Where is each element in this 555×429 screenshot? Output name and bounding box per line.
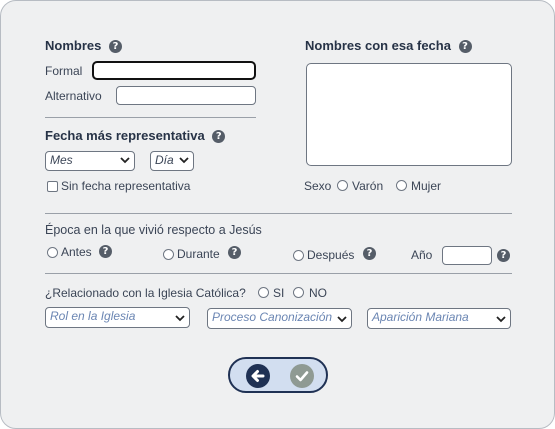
year-label: Año [411,248,433,262]
alternative-name-input[interactable] [116,86,256,105]
names-section: Nombres ? [45,38,122,54]
back-button[interactable] [246,364,270,388]
confirm-button[interactable] [290,364,314,388]
female-radio[interactable] [396,180,407,191]
chevron-down-icon [175,315,185,322]
male-radio[interactable] [337,180,348,191]
after-radio[interactable] [293,250,304,261]
no-date-checkbox[interactable] [47,181,58,192]
before-radio[interactable] [47,247,58,258]
alternative-label: Alternativo [45,89,102,103]
chevron-down-icon [179,157,189,164]
date-names-section: Nombres con esa fecha ? [305,38,472,54]
check-icon [295,371,309,382]
day-select[interactable]: Día [150,151,194,171]
church-role-select[interactable]: Rol en la Iglesia [45,307,190,328]
formal-label: Formal [45,64,83,78]
during-help-icon[interactable]: ? [228,246,241,259]
no-date-label: Sin fecha representativa [61,179,191,193]
before-label: Antes [61,245,92,259]
year-help-icon[interactable]: ? [497,249,510,262]
names-title: Nombres [45,38,102,53]
canonization-select[interactable]: Proceso Canonización [207,308,352,329]
church-no-label: NO [309,286,327,300]
chevron-down-icon [496,316,506,323]
day-select-value: Día [155,153,174,167]
female-label: Mujer [411,179,442,193]
during-radio[interactable] [163,249,174,260]
church-no-radio[interactable] [293,287,304,298]
chevron-down-icon [337,316,347,323]
male-label: Varón [352,179,384,193]
names-help-icon[interactable]: ? [108,40,122,54]
after-label: Después [307,248,355,262]
after-help-icon[interactable]: ? [363,247,376,260]
sex-label: Sexo [304,179,332,193]
church-yes-radio[interactable] [258,287,269,298]
navigation-bar [228,357,328,393]
church-yes-label: SI [273,286,285,300]
arrow-left-icon [251,370,265,382]
before-help-icon[interactable]: ? [99,245,112,258]
form-panel: Nombres ? Formal Alternativo Fecha más r… [0,0,555,429]
date-names-help-icon[interactable]: ? [458,40,472,54]
date-help-icon[interactable]: ? [212,130,226,144]
year-input[interactable] [442,246,492,265]
church-role-value: Rol en la Iglesia [50,309,136,323]
date-names-title: Nombres con esa fecha [305,38,451,53]
epoch-title: Época en la que vivió respecto a Jesús [45,223,262,237]
month-select[interactable]: Mes [45,151,135,171]
divider [45,117,256,118]
chevron-down-icon [120,157,130,164]
date-title: Fecha más representativa [45,128,205,143]
divider [45,273,512,274]
formal-name-input[interactable] [92,61,256,80]
divider [45,213,512,214]
date-names-list[interactable] [306,63,512,166]
canonization-value: Proceso Canonización [212,310,333,324]
date-section: Fecha más representativa ? [45,128,226,144]
marian-apparition-value: Aparición Mariana [372,310,469,324]
month-select-value: Mes [50,153,73,167]
marian-apparition-select[interactable]: Aparición Mariana [367,308,511,329]
church-question: ¿Relacionado con la Iglesia Católica? [45,286,246,300]
during-label: Durante [177,247,220,261]
